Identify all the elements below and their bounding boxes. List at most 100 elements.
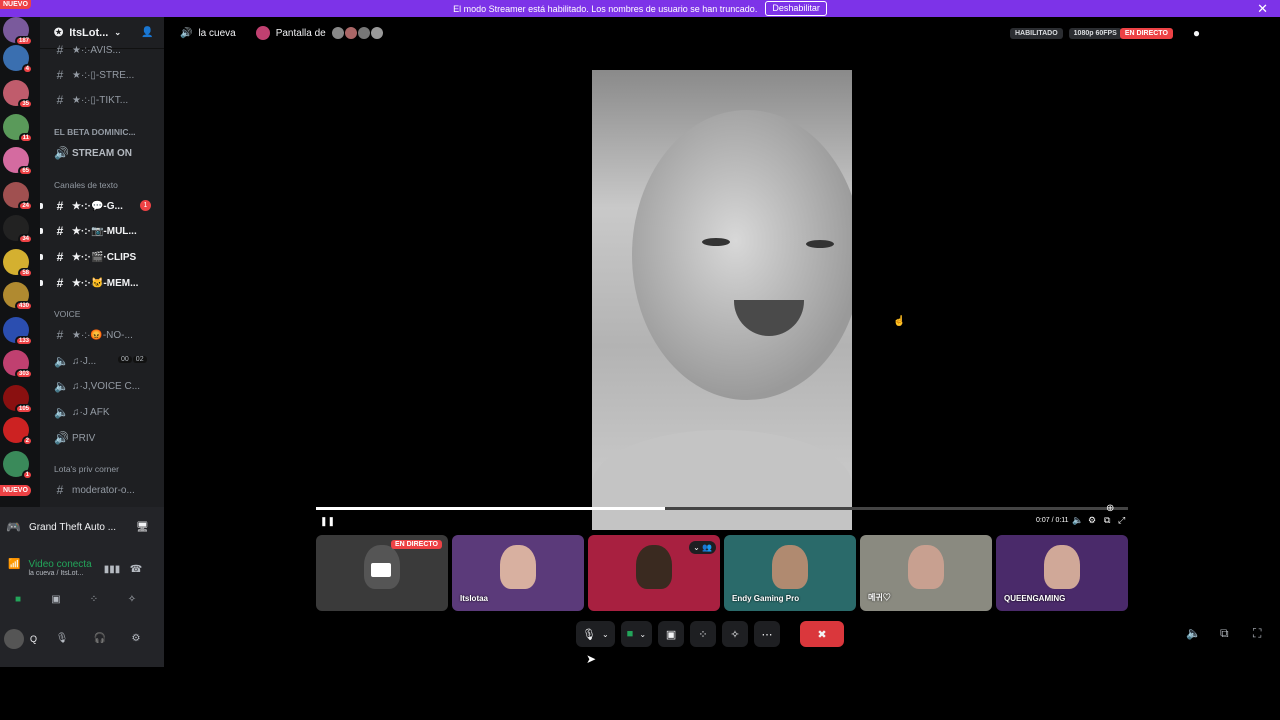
settings-icon[interactable]: ⚙: [1088, 515, 1096, 526]
category-voice[interactable]: VOICE: [54, 309, 80, 319]
voice-connected-text: Video conecta: [28, 559, 92, 570]
camera-icon[interactable]: ■: [6, 590, 30, 608]
channel-item[interactable]: # moderator-o...: [54, 483, 135, 497]
channel-stream-on[interactable]: 🔊 STREAM ON: [54, 146, 132, 160]
participant-tile[interactable]: 메귀♡: [860, 535, 992, 611]
screen-share-button[interactable]: ▣: [658, 621, 685, 647]
stream-video[interactable]: [592, 70, 852, 530]
channel-item[interactable]: # ★·:·🐱-MEM...: [54, 276, 139, 290]
server-icon[interactable]: 35: [3, 80, 33, 109]
channel-item[interactable]: # ★·:·📷-MUL...: [54, 224, 137, 238]
disable-streamer-button[interactable]: Deshabilitar: [765, 1, 827, 16]
server-icon[interactable]: 2: [3, 417, 33, 446]
camera-button[interactable]: ■ ⌄: [620, 621, 653, 647]
zoom-icon[interactable]: ⊕: [1106, 503, 1114, 514]
gear-icon[interactable]: ⚙: [124, 629, 148, 647]
microphone-button[interactable]: 🎙 ⌄: [576, 621, 615, 647]
activities-icon[interactable]: ⁘: [82, 590, 106, 608]
server-icon[interactable]: 133: [3, 317, 33, 346]
mouse-cursor: ☝: [893, 316, 906, 327]
unread-indicator: [40, 280, 43, 286]
category-beta[interactable]: EL BETA DOMINIC...: [54, 127, 136, 137]
server-icon[interactable]: 58: [3, 249, 33, 278]
close-icon[interactable]: ✕: [1257, 0, 1268, 17]
noise-suppression-icon[interactable]: ▮▮▮: [100, 560, 124, 578]
soundboard-icon: ✧: [730, 628, 740, 641]
add-member-icon[interactable]: 👤: [141, 27, 153, 38]
channel-item[interactable]: # ★·:·▯-STRE...: [54, 68, 135, 82]
participant-tile[interactable]: Endy Gaming Pro: [724, 535, 856, 611]
server-icon[interactable]: 65: [3, 147, 33, 176]
signal-icon: 📶: [8, 559, 21, 570]
server-boost-icon: ✪: [54, 27, 64, 39]
voice-channel-item[interactable]: 🔈 ♫·J AFK: [54, 405, 110, 419]
category-priv[interactable]: Lota's priv corner: [54, 464, 119, 474]
server-name: ItsLot...: [69, 26, 109, 39]
server-icon[interactable]: 430: [3, 282, 33, 311]
game-icon: 🎮: [6, 520, 21, 534]
user-info[interactable]: Q: [4, 629, 37, 649]
channel-item[interactable]: # ★·:·▯-TIKT...: [54, 93, 128, 107]
channel-item[interactable]: # ★·:·🎬·CLIPS: [54, 250, 137, 264]
participant-name: 메귀♡: [868, 593, 891, 602]
category-text-channels[interactable]: Canales de texto: [54, 180, 118, 190]
volume-icon[interactable]: 🔈: [1072, 515, 1083, 526]
server-icon[interactable]: 303: [3, 350, 33, 379]
server-icon[interactable]: 34: [3, 215, 33, 244]
participant-tile[interactable]: ⌄ 👥: [588, 535, 720, 611]
server-icon[interactable]: 187: [3, 17, 33, 46]
server-icon[interactable]: 24: [3, 182, 33, 211]
server-icon[interactable]: 1: [3, 451, 33, 480]
banner-text: El modo Streamer está habilitado. Los no…: [453, 3, 758, 14]
chat-icon[interactable]: ●: [1193, 26, 1200, 40]
disconnect-icon[interactable]: ☎: [124, 560, 148, 578]
voice-channel-item[interactable]: 🔈 ♫·J,VOICE C...: [54, 379, 140, 393]
fullscreen-icon[interactable]: ⤢: [1118, 515, 1125, 526]
activities-button[interactable]: ⁘: [690, 621, 717, 647]
participant-tile[interactable]: QUEENGAMING: [996, 535, 1128, 611]
call-controls: 🎙 ⌄ ■ ⌄ ▣ ⁘ ✧ ⋯ ✖: [576, 621, 845, 647]
server-icon[interactable]: 11: [3, 114, 33, 143]
voice-location: la cueva / ItsLot...: [28, 570, 84, 577]
screen-share-icon[interactable]: 🖥: [136, 522, 149, 533]
activity-row[interactable]: 🎮 Grand Theft Auto ... 🖥: [6, 520, 149, 534]
disconnect-button[interactable]: ✖: [800, 621, 845, 647]
channel-item[interactable]: # ★·:·AVIS...: [54, 43, 121, 57]
hash-icon: #: [56, 250, 64, 264]
voice-channel-item[interactable]: 🔊 PRIV: [54, 431, 95, 445]
participant-tile[interactable]: Itslotaa: [452, 535, 584, 611]
voice-channel-item[interactable]: 🔈 ♫·J...: [54, 354, 96, 368]
popout-icon[interactable]: ⧉: [1220, 626, 1229, 641]
screen-share-icon[interactable]: ▣: [44, 590, 68, 608]
more-options-button[interactable]: ⋯: [754, 621, 781, 647]
new-badge: NUEVO: [0, 485, 31, 496]
speaker-icon: 🔈: [54, 405, 69, 419]
volume-icon[interactable]: 🔈: [1186, 626, 1201, 640]
server-icon[interactable]: 4: [3, 45, 33, 74]
unread-indicator: [40, 228, 43, 234]
unread-indicator: [40, 254, 43, 260]
server-list: 187 4 35 11 65 24 34 58 430 133 303 105 …: [0, 17, 40, 507]
avatar: [255, 26, 270, 40]
username: Q: [30, 634, 38, 644]
video-frame: [702, 238, 730, 246]
user-panel: 🎮 Grand Theft Auto ... 🖥 📶 Video conecta…: [0, 507, 164, 667]
participant-tile[interactable]: EN DIRECTO: [316, 535, 448, 611]
chevron-down-icon[interactable]: ⌄: [602, 630, 609, 639]
new-badge: NUEVO: [0, 0, 31, 9]
pause-icon[interactable]: ❚❚: [320, 516, 335, 527]
server-icon[interactable]: 105: [3, 385, 33, 414]
soundboard-button[interactable]: ✧: [722, 621, 749, 647]
soundboard-icon[interactable]: ✧: [120, 590, 144, 608]
fullscreen-icon[interactable]: ⛶: [1253, 626, 1261, 641]
channel-item[interactable]: # ★·:·💬-G...: [54, 199, 123, 213]
popout-icon[interactable]: ⧉: [1104, 515, 1110, 526]
headphones-icon[interactable]: 🎧: [88, 629, 112, 647]
chevron-down-icon[interactable]: ⌄: [639, 630, 646, 639]
participant-name: Endy Gaming Pro: [732, 594, 800, 603]
microphone-icon[interactable]: 🎙: [50, 629, 74, 647]
screen-share-icon: [371, 563, 391, 577]
microphone-icon: 🎙: [582, 628, 596, 641]
channel-item[interactable]: # ★·:·😡-NO-...: [54, 328, 133, 342]
chevron-down-icon[interactable]: ⌄ 👥: [689, 541, 716, 554]
